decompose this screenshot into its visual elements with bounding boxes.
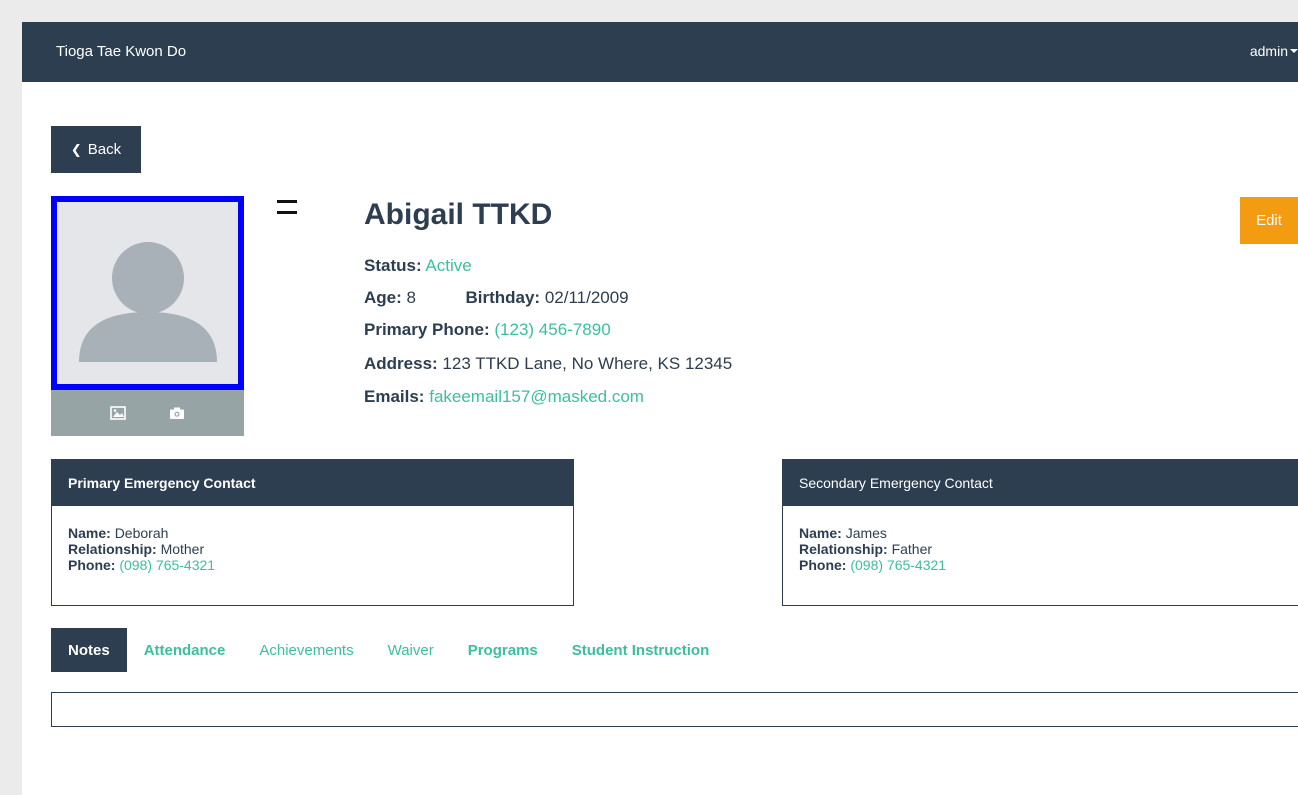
student-emails: Emails: fakeemail157@masked.com [364,387,644,407]
contact-name: James [845,525,887,541]
camera-icon[interactable] [167,404,187,422]
photo-actions [51,390,244,436]
caret-down-icon [1290,49,1298,53]
contact-relationship: Father [891,541,933,557]
secondary-emergency-contact: Secondary Emergency Contact Name: James … [782,459,1298,606]
email-link[interactable]: fakeemail157@masked.com [429,387,644,406]
panel-title: Secondary Emergency Contact [783,460,1298,506]
birthday-label: Birthday: [465,288,541,307]
tab-student-instruction[interactable]: Student Instruction [555,628,727,672]
age-value: 8 [406,288,416,307]
tab-programs[interactable]: Programs [451,628,555,672]
navbar: Tioga Tae Kwon Do admin [22,22,1298,82]
edit-button[interactable]: Edit [1240,197,1298,244]
panel-title: Primary Emergency Contact [52,460,573,506]
tab-notes[interactable]: Notes [51,628,127,672]
contact-phone-link[interactable]: (098) 765-4321 [119,557,215,573]
address-label: Address: [364,354,438,373]
phone-link[interactable]: (123) 456-7890 [494,320,610,339]
age-label: Age: [364,288,402,307]
contact-relationship: Mother [160,541,205,557]
primary-emergency-contact: Primary Emergency Contact Name: Deborah … [51,459,574,606]
panel-body: Name: James Relationship: Father Phone: … [799,525,947,573]
user-name: admin [1249,43,1288,59]
back-button[interactable]: ❮ Back [51,126,141,173]
contact-name: Deborah [114,525,169,541]
student-photo [51,196,244,390]
avatar-placeholder-icon [79,242,217,362]
student-phone: Primary Phone: (123) 456-7890 [364,320,611,340]
tab-waiver[interactable]: Waiver [371,628,451,672]
tab-attendance[interactable]: Attendance [127,628,243,672]
back-button-label: Back [87,141,122,158]
student-name: Abigail TTKD [364,198,553,231]
student-address: Address: 123 TTKD Lane, No Where, KS 123… [364,354,732,374]
menu-icon[interactable] [277,200,297,214]
student-tabs: Notes Attendance Achievements Waiver Pro… [51,628,726,672]
page: Tioga Tae Kwon Do admin ❮ Back Abigail T… [22,22,1298,795]
chevron-left-icon: ❮ [70,141,82,157]
birthday-value: 02/11/2009 [544,288,629,307]
contact-phone-link[interactable]: (098) 765-4321 [850,557,946,573]
emails-label: Emails: [364,387,425,406]
brand-link[interactable]: Tioga Tae Kwon Do [56,43,186,60]
student-age-birthday: Age: 8 Birthday: 02/11/2009 [364,288,629,308]
phone-label: Primary Phone: [364,320,490,339]
panel-body: Name: Deborah Relationship: Mother Phone… [68,525,216,573]
notes-content[interactable] [51,692,1298,727]
student-status: Status: Active [364,256,472,276]
status-label: Status: [364,256,422,275]
image-upload-icon[interactable] [108,404,128,422]
tab-achievements[interactable]: Achievements [242,628,370,672]
status-value: Active [425,256,472,275]
user-menu[interactable]: admin [1250,43,1298,59]
address-value: 123 TTKD Lane, No Where, KS 12345 [442,354,733,373]
